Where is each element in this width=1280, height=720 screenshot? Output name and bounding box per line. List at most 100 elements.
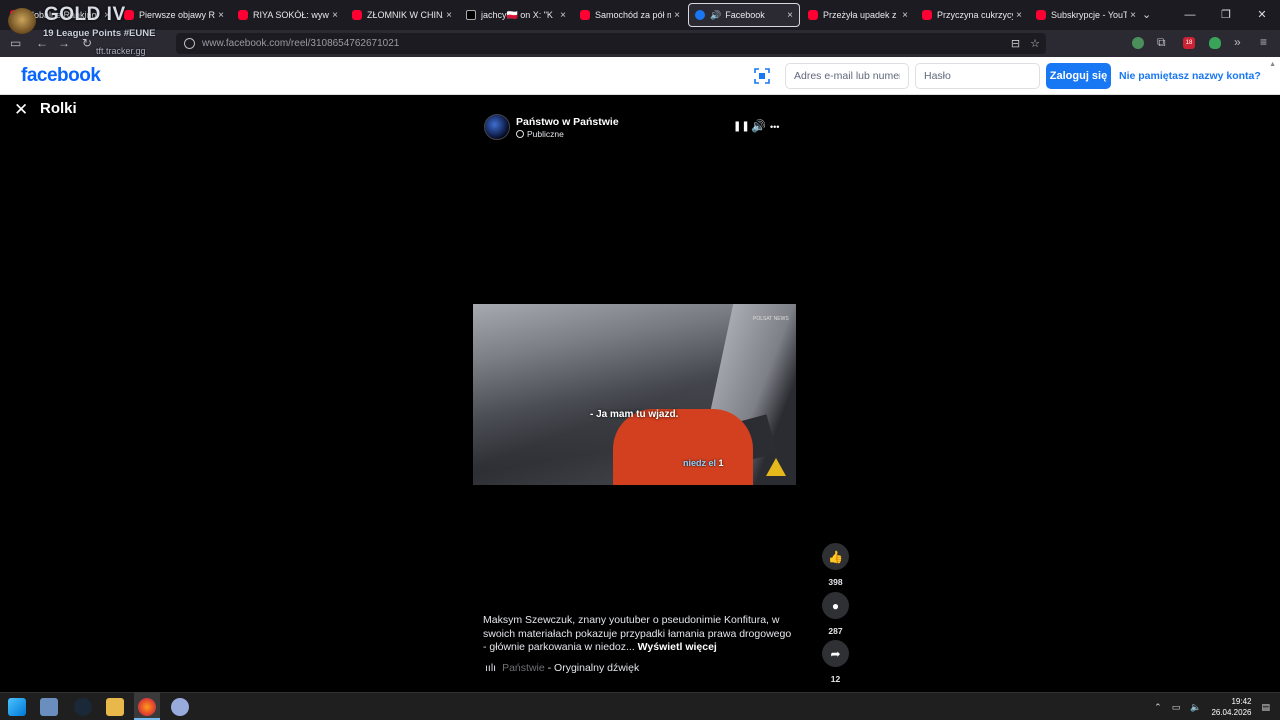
tab-5[interactable]: Samochód za pół mil × [574, 3, 686, 27]
tab-6[interactable]: 🔊 Facebook × [688, 3, 800, 27]
minimize-button[interactable]: — [1172, 0, 1208, 30]
tab-8[interactable]: Przyczyna cukrzycy N× [916, 3, 1028, 27]
tab-close-icon[interactable]: × [446, 10, 452, 21]
volume-button[interactable]: 🔊 [751, 119, 766, 133]
close-window-button[interactable]: ✕ [1244, 0, 1280, 30]
tab-title: Facebook [725, 10, 765, 20]
youtube-icon [352, 10, 362, 20]
share-count: 12 [830, 674, 841, 684]
tab-close-icon[interactable]: × [1130, 10, 1136, 21]
login-button[interactable]: Zaloguj się [1046, 63, 1111, 89]
reel-caption: Maksym Szewczuk, znany youtuber o pseudo… [483, 614, 795, 655]
password-field[interactable] [915, 63, 1040, 89]
comment-action[interactable]: ● 287 [822, 592, 849, 636]
system-tray: ⌃ ▭ 🔈 19:42 26.04.2026 ▤ [1154, 693, 1270, 720]
audio-info[interactable]: ıılı Państwie - Oryginalny dźwięk [485, 662, 639, 674]
tab-title: jachcy🇵🇱 on X: "K [481, 9, 553, 20]
page-name-link[interactable]: Państwo w Państwie [516, 116, 619, 128]
address-bar[interactable]: www.facebook.com/reel/3108654762671021 ⊟… [176, 33, 1046, 54]
tab-close-icon[interactable]: × [332, 10, 338, 21]
network-icon[interactable]: ▭ [1172, 702, 1181, 713]
tab-close-icon[interactable]: × [787, 10, 793, 21]
rank-title: GOLD IV [44, 4, 126, 25]
tab-title: Samochód za pół mil [595, 10, 672, 20]
tab-title: Przeżyła upadek z 10 [823, 10, 899, 20]
forgot-account-link[interactable]: Nie pamiętasz nazwy konta? [1119, 70, 1261, 82]
app-menu-icon[interactable]: ≡ [1260, 35, 1267, 49]
shield-extension-icon[interactable] [1132, 37, 1144, 49]
tab-close-icon[interactable]: × [1016, 10, 1022, 21]
file-explorer-icon[interactable] [106, 698, 124, 716]
tab-title: Przyczyna cukrzycy N [937, 10, 1014, 20]
video-overlay-text: niedz el 1 [683, 458, 724, 468]
game-launcher-icon[interactable] [40, 698, 58, 716]
close-icon[interactable]: ✕ [14, 100, 28, 120]
navigation-toolbar: ▭ ← → ↻ www.facebook.com/reel/3108654762… [0, 30, 1280, 57]
like-action[interactable]: 👍 398 [822, 543, 849, 587]
tab-7[interactable]: Przeżyła upadek z 10× [802, 3, 914, 27]
clock[interactable]: 19:42 26.04.2026 [1211, 696, 1251, 718]
rank-emblem-icon [8, 8, 36, 34]
list-all-tabs-button[interactable]: ⌄ [1142, 8, 1151, 21]
tab-close-icon[interactable]: × [218, 10, 224, 21]
tab-9[interactable]: Subskrypcje - YouTub× [1030, 3, 1142, 27]
youtube-icon [1036, 10, 1046, 20]
audio-label: - Oryginalny dźwięk [544, 662, 640, 674]
video-subtitle: - Ja mam tu wjazd. [590, 409, 679, 420]
pause-button[interactable]: ❚❚ [733, 121, 750, 132]
comment-icon[interactable]: ● [822, 592, 849, 619]
rank-overlay: GOLD IV 19 League Points #EUNE tft.track… [6, 2, 166, 56]
notifications-icon[interactable]: ▤ [1261, 702, 1270, 713]
speaker-icon[interactable]: 🔈 [1190, 702, 1201, 713]
x-icon [466, 10, 476, 20]
audience-label: Publiczne [516, 129, 564, 139]
window-controls: — ❐ ✕ [1172, 0, 1280, 30]
audio-wave-icon: ıılı [485, 662, 497, 674]
tab-audio-icon[interactable]: 🔊 [710, 10, 721, 21]
video-watermark: POLSAT NEWS [753, 316, 789, 322]
email-field[interactable] [785, 63, 909, 89]
audio-name: Państwie [502, 662, 545, 674]
tab-2[interactable]: RIYA SOKÓŁ: wywiad× [232, 3, 344, 27]
share-icon[interactable]: ➦ [822, 640, 849, 667]
tab-bar: Globalne Rankingi×Pierwsze objawy RAK×RI… [0, 0, 1280, 30]
like-icon[interactable]: 👍 [822, 543, 849, 570]
reel-video[interactable]: POLSAT NEWS - Ja mam tu wjazd. niedz el … [473, 304, 796, 485]
comment-count: 287 [828, 626, 843, 636]
tab-close-icon[interactable]: × [560, 10, 566, 21]
facebook-icon [695, 10, 705, 20]
site-info-icon[interactable] [184, 38, 195, 49]
facebook-logo[interactable]: facebook [21, 65, 101, 87]
share-action[interactable]: ➦ 12 [822, 640, 849, 684]
more-options-button[interactable]: ••• [770, 122, 779, 132]
bookmark-star-icon[interactable]: ☆ [1030, 37, 1040, 50]
youtube-icon [808, 10, 818, 20]
tab-3[interactable]: ZŁOMNIK W CHINACH× [346, 3, 458, 27]
tab-close-icon[interactable]: × [902, 10, 908, 21]
tab-close-icon[interactable]: × [674, 10, 680, 21]
adguard-icon[interactable] [1209, 37, 1221, 49]
overlay-site: tft.tracker.gg [96, 46, 146, 56]
page-avatar[interactable] [484, 114, 510, 140]
warning-sign-icon [766, 458, 786, 476]
firefox-icon[interactable] [138, 698, 156, 716]
tray-chevron-icon[interactable]: ⌃ [1154, 702, 1162, 713]
taskbar: ⌃ ▭ 🔈 19:42 26.04.2026 ▤ [0, 692, 1280, 720]
maximize-button[interactable]: ❐ [1208, 0, 1244, 30]
qr-code-icon[interactable] [754, 68, 770, 84]
tab-4[interactable]: jachcy🇵🇱 on X: "K × [460, 3, 572, 27]
audience-text: Publiczne [527, 129, 564, 139]
url-text[interactable]: www.facebook.com/reel/3108654762671021 [202, 38, 399, 49]
app-icon[interactable] [171, 698, 189, 716]
steam-icon[interactable] [74, 698, 92, 716]
page-title: Rolki [40, 100, 77, 117]
globe-icon [516, 130, 524, 138]
see-more-link[interactable]: Wyświetl więcej [638, 641, 717, 653]
extensions-puzzle-icon[interactable]: ⧉ [1157, 35, 1166, 50]
like-count: 398 [828, 577, 843, 587]
scroll-up-arrow-icon[interactable]: ▲ [1269, 61, 1276, 68]
reader-view-icon[interactable]: ⊟ [1011, 37, 1020, 50]
more-tools-icon[interactable]: » [1234, 35, 1241, 49]
start-windows-icon[interactable] [8, 698, 26, 716]
ublock-icon[interactable]: 18 [1183, 37, 1195, 49]
